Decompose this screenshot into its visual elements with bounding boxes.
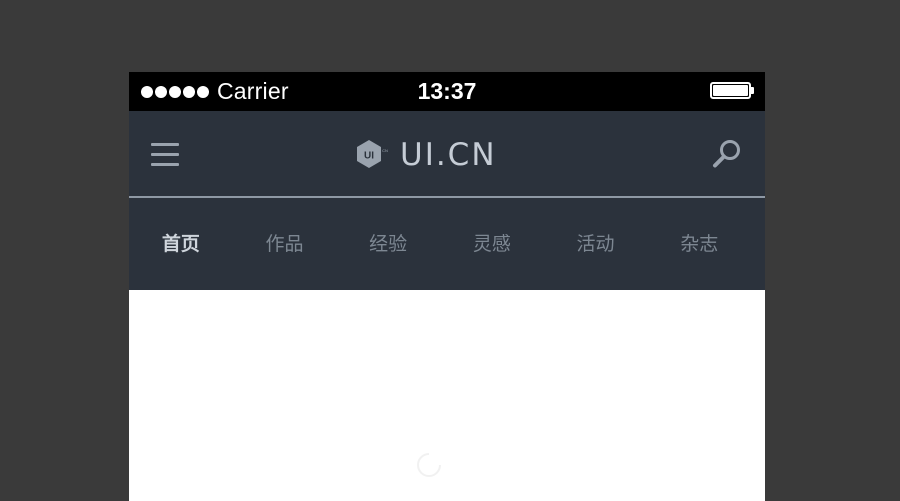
hamburger-menu-icon	[151, 143, 179, 166]
menu-button[interactable]	[151, 141, 181, 167]
site-logo[interactable]: UI CN UI.CN	[354, 136, 497, 174]
tab-1[interactable]: 作品	[233, 229, 337, 256]
content-area	[129, 290, 765, 501]
tab-0[interactable]: 首页	[129, 229, 233, 256]
battery-icon	[710, 82, 751, 99]
logo-hexagon-icon: UI CN	[357, 140, 388, 168]
tab-5[interactable]: 杂志	[647, 229, 751, 256]
status-bar: Carrier 13:37	[129, 72, 765, 111]
tab-2[interactable]: 经验	[336, 229, 440, 256]
logo-badge-cn-icon: CN	[382, 148, 388, 153]
app-header: UI CN UI.CN	[129, 111, 765, 198]
search-icon	[713, 140, 740, 168]
logo-text: UI.CN	[400, 137, 497, 173]
tab-4[interactable]: 活动	[544, 229, 648, 256]
status-time: 13:37	[417, 78, 477, 104]
tab-3[interactable]: 灵感	[440, 229, 544, 256]
phone-frame: Carrier 13:37 UI CN UI.CN 首页 作品 经验 灵感 活动…	[129, 72, 765, 501]
battery-tip	[751, 87, 754, 94]
logo-badge-text: UI	[364, 151, 374, 162]
search-button[interactable]	[711, 138, 743, 170]
loading-spinner-icon	[417, 453, 441, 477]
category-tabs: 首页 作品 经验 灵感 活动 杂志	[129, 198, 765, 290]
